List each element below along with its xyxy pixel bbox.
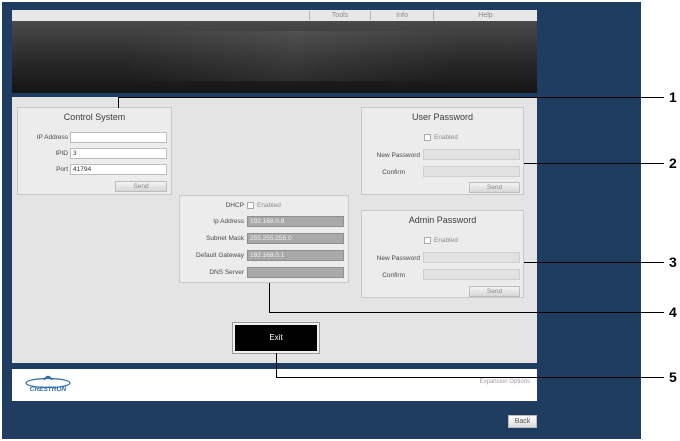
network-ip-label: Ip Address: [213, 218, 244, 225]
user-password-panel: User Password Enabled New Password Confi…: [361, 107, 524, 195]
admin-password-title: Admin Password: [408, 215, 477, 225]
subnet-mask-label: Subnet Mask: [206, 235, 244, 242]
dhcp-enabled-label: Enabled: [257, 202, 281, 209]
menu-item-help[interactable]: Help: [434, 10, 537, 21]
admin-confirm-input[interactable]: [423, 269, 520, 280]
user-password-enabled-checkbox[interactable]: [424, 134, 431, 141]
leader-line-1: [118, 97, 119, 108]
leader-line-5: [276, 377, 664, 378]
admin-confirm-label: Confirm: [382, 272, 405, 279]
admin-password-panel: Admin Password Enabled New Password Conf…: [361, 210, 524, 298]
control-system-title: Control System: [63, 112, 126, 122]
default-gateway-label: Default Gateway: [195, 252, 244, 259]
user-password-enabled-label: Enabled: [434, 134, 458, 141]
control-system-send-button[interactable]: Send: [115, 181, 167, 192]
admin-password-send-button[interactable]: Send: [469, 286, 520, 297]
callout-5: 5: [669, 369, 677, 385]
port-input[interactable]: 41794: [70, 164, 167, 175]
admin-password-enabled-label: Enabled: [434, 237, 458, 244]
header-banner: [12, 21, 537, 93]
exit-button[interactable]: Exit: [233, 323, 319, 353]
footer-bar: [12, 369, 537, 401]
user-confirm-input[interactable]: [423, 166, 520, 177]
user-new-password-input[interactable]: [423, 149, 520, 160]
leader-line-5: [276, 353, 277, 378]
dhcp-enabled-checkbox[interactable]: [247, 202, 254, 209]
user-password-title: User Password: [411, 112, 474, 122]
default-gateway-field: 192.168.0.1: [247, 250, 344, 261]
leader-line-1: [118, 97, 664, 98]
expansion-options-link[interactable]: Expansion Options: [410, 379, 530, 385]
callout-1: 1: [669, 89, 677, 105]
callout-4: 4: [669, 304, 677, 320]
leader-line-3: [524, 262, 664, 263]
ip-address-label: IP Address: [36, 134, 68, 141]
ip-address-input[interactable]: [70, 132, 167, 143]
callout-3: 3: [669, 254, 677, 270]
control-system-panel: Control System IP Address IPID 3 Port 41…: [17, 107, 172, 195]
ipid-label: IPID: [55, 150, 68, 157]
crestron-logo-text: CRESTRON: [29, 386, 67, 393]
dns-server-label: DNS Server: [209, 269, 244, 276]
crestron-logo: CRESTRON: [22, 372, 74, 398]
user-password-send-button[interactable]: Send: [469, 182, 520, 193]
dns-server-field: [247, 267, 344, 278]
leader-line-2: [524, 163, 664, 164]
callout-2: 2: [669, 155, 677, 171]
menu-item-info[interactable]: Info: [371, 10, 433, 21]
user-new-password-label: New Password: [376, 152, 420, 159]
exit-label: Exit: [269, 333, 283, 342]
leader-line-4: [269, 312, 664, 313]
admin-new-password-label: New Password: [376, 255, 420, 262]
menu-bar: Tools Info Help: [12, 10, 537, 21]
back-button[interactable]: Back: [508, 415, 537, 428]
user-confirm-label: Confirm: [382, 169, 405, 176]
admin-new-password-input[interactable]: [423, 252, 520, 263]
network-ip-field: 192.168.0.8: [247, 216, 344, 227]
menu-item-tools[interactable]: Tools: [310, 10, 370, 21]
port-label: Port: [56, 166, 68, 173]
ipid-input[interactable]: 3: [70, 148, 167, 159]
leader-line-4: [269, 283, 270, 313]
dhcp-label: DHCP: [225, 202, 244, 209]
subnet-mask-field: 255.255.255.0: [247, 233, 344, 244]
network-panel: DHCP Enabled Ip Address 192.168.0.8 Subn…: [179, 195, 349, 283]
admin-password-enabled-checkbox[interactable]: [424, 237, 431, 244]
